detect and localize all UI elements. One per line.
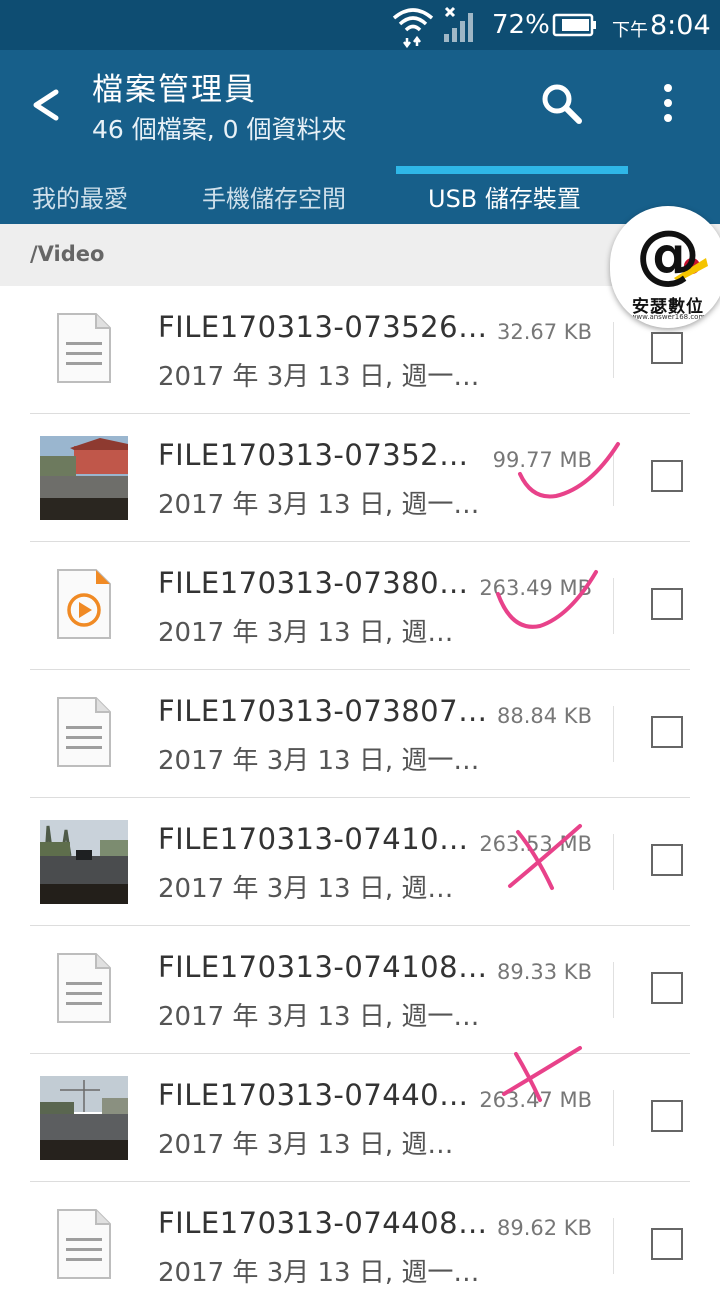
file-row[interactable]: FILE170313-07380… 2017 年 3月 13 日, 週… 263…	[0, 542, 720, 670]
file-size: 32.67 KB	[497, 320, 592, 344]
divider	[613, 322, 614, 378]
file-name: FILE170313-07352…	[158, 438, 469, 472]
select-checkbox[interactable]	[651, 1228, 683, 1260]
document-icon	[57, 953, 111, 1023]
file-count-subtitle: 46 個檔案, 0 個資料夾	[92, 115, 347, 144]
svg-text:@: @	[636, 218, 700, 292]
select-checkbox[interactable]	[651, 716, 683, 748]
more-options-icon[interactable]	[648, 80, 688, 126]
file-date: 2017 年 3月 13 日, 週…	[158, 874, 454, 904]
clock: 8:04	[650, 9, 711, 41]
signal-icon	[444, 6, 473, 42]
divider	[613, 834, 614, 890]
select-checkbox[interactable]	[651, 588, 683, 620]
active-tab-indicator	[396, 166, 628, 174]
file-size: 263.49 MB	[479, 576, 592, 600]
time-period: 下午	[612, 20, 648, 41]
file-size: 89.33 KB	[497, 960, 592, 984]
video-thumbnail	[40, 1076, 128, 1160]
app-bar: 檔案管理員 46 個檔案, 0 個資料夾 我的最愛 手機儲存空間 USB 儲存裝…	[0, 50, 720, 224]
file-date: 2017 年 3月 13 日, 週…	[158, 1130, 454, 1160]
tab-usb-storage[interactable]: USB 儲存裝置	[428, 168, 581, 224]
tab-favorites[interactable]: 我的最愛	[32, 168, 128, 224]
select-checkbox[interactable]	[651, 1100, 683, 1132]
file-name: FILE170313-073526…	[158, 310, 488, 344]
video-thumbnail	[40, 436, 128, 520]
divider	[613, 706, 614, 762]
file-name: FILE170313-07380…	[158, 566, 469, 600]
video-thumbnail	[40, 820, 128, 904]
file-size: 89.62 KB	[497, 1216, 592, 1240]
battery-percent: 72%	[492, 10, 550, 40]
file-name: FILE170313-074408…	[158, 1206, 488, 1240]
select-checkbox[interactable]	[651, 844, 683, 876]
divider	[613, 1090, 614, 1146]
file-date: 2017 年 3月 13 日, 週…	[158, 618, 454, 648]
file-date: 2017 年 3月 13 日, 週一…	[158, 490, 480, 520]
video-file-icon	[57, 569, 111, 639]
file-size: 263.53 MB	[479, 832, 592, 856]
file-name: FILE170313-07440…	[158, 1078, 469, 1112]
file-row[interactable]: FILE170313-07440… 2017 年 3月 13 日, 週… 263…	[0, 1054, 720, 1182]
tab-bar: 我的最愛 手機儲存空間 USB 儲存裝置	[0, 168, 720, 224]
file-row[interactable]: FILE170313-074408… 2017 年 3月 13 日, 週一… 8…	[0, 1182, 720, 1310]
file-row[interactable]: FILE170313-07410… 2017 年 3月 13 日, 週… 263…	[0, 798, 720, 926]
file-row[interactable]: FILE170313-073807… 2017 年 3月 13 日, 週一… 8…	[0, 670, 720, 798]
divider	[613, 962, 614, 1018]
file-name: FILE170313-073807…	[158, 694, 488, 728]
page-title: 檔案管理員	[92, 72, 257, 108]
file-size: 263.47 MB	[479, 1088, 592, 1112]
divider	[613, 450, 614, 506]
select-checkbox[interactable]	[651, 972, 683, 1004]
divider	[613, 578, 614, 634]
file-row[interactable]: FILE170313-07352… 2017 年 3月 13 日, 週一… 99…	[0, 414, 720, 542]
tab-phone-storage[interactable]: 手機儲存空間	[202, 168, 346, 224]
file-row[interactable]: FILE170313-074108… 2017 年 3月 13 日, 週一… 8…	[0, 926, 720, 1054]
file-name: FILE170313-07410…	[158, 822, 469, 856]
file-size: 99.77 MB	[492, 448, 592, 472]
file-size: 88.84 KB	[497, 704, 592, 728]
back-arrow-icon[interactable]	[26, 78, 66, 128]
wifi-icon	[392, 8, 434, 49]
file-row[interactable]: FILE170313-073526… 2017 年 3月 13 日, 週一… 3…	[0, 286, 720, 414]
document-icon	[57, 313, 111, 383]
file-date: 2017 年 3月 13 日, 週一…	[158, 746, 480, 776]
file-date: 2017 年 3月 13 日, 週一…	[158, 1002, 480, 1032]
divider	[613, 1218, 614, 1274]
current-path: /Video	[30, 242, 105, 266]
select-checkbox[interactable]	[651, 460, 683, 492]
battery-icon	[552, 13, 596, 37]
select-checkbox[interactable]	[651, 332, 683, 364]
search-icon[interactable]	[538, 80, 584, 126]
status-bar: 72% 下午 8:04	[0, 0, 720, 50]
file-date: 2017 年 3月 13 日, 週一…	[158, 362, 480, 392]
file-date: 2017 年 3月 13 日, 週一…	[158, 1258, 480, 1288]
document-icon	[57, 1209, 111, 1279]
document-icon	[57, 697, 111, 767]
file-name: FILE170313-074108…	[158, 950, 488, 984]
